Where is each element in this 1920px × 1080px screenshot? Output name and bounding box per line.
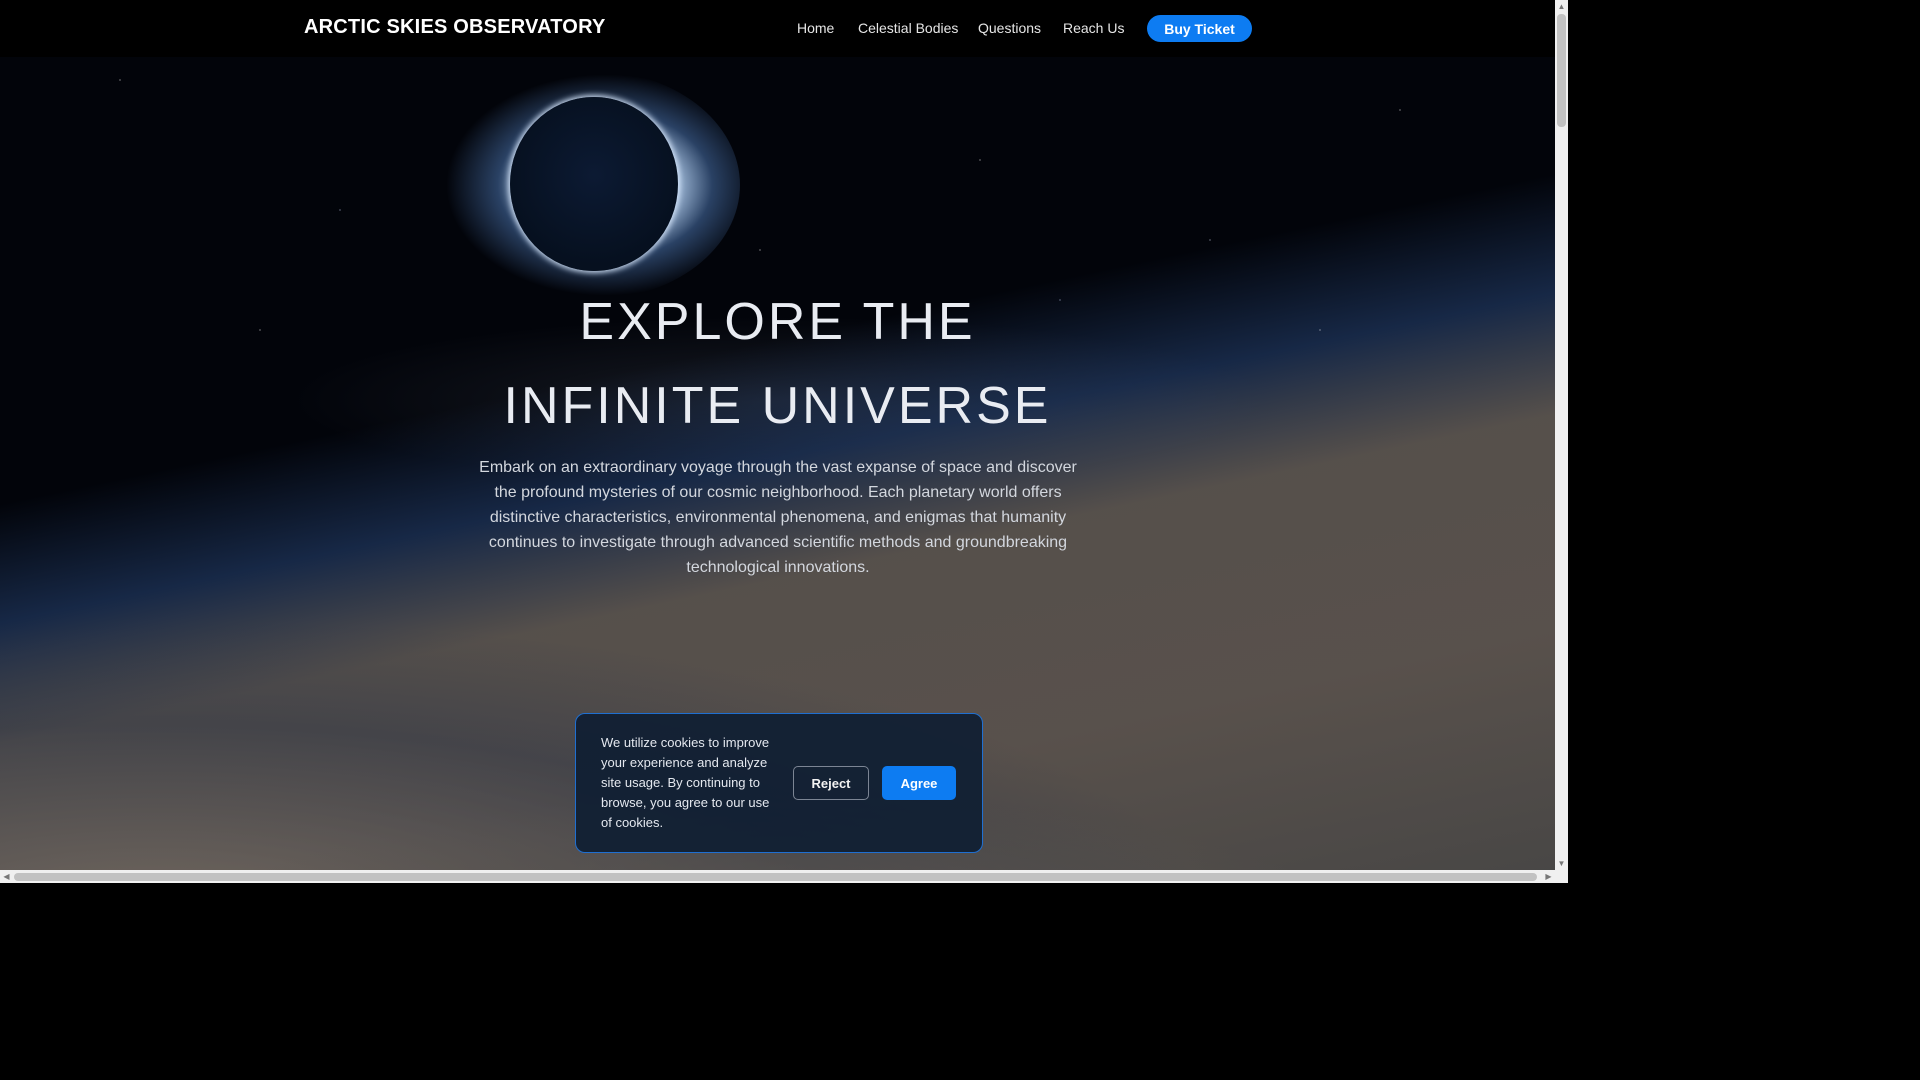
hero-title-line-1: EXPLORE THE [579,293,976,351]
nav-link-celestial-bodies[interactable]: Celestial Bodies [858,20,958,36]
top-navbar: ARCTIC SKIES OBSERVATORY Home Celestial … [0,0,1555,57]
cookie-reject-button[interactable]: Reject [793,766,869,800]
hero-title: EXPLORE THE INFINITE UNIVERSE [0,280,1555,448]
site-brand-logo[interactable]: ARCTIC SKIES OBSERVATORY [304,16,606,39]
horizontal-scrollbar-thumb[interactable] [14,873,1537,881]
hero-title-line-2: INFINITE UNIVERSE [503,377,1052,435]
scroll-left-arrow-icon[interactable]: ◀ [0,870,13,883]
horizontal-scrollbar[interactable]: ◀ ▶ [0,870,1568,883]
vertical-scrollbar-thumb[interactable] [1557,14,1566,127]
hero-description: Embark on an extraordinary voyage throug… [479,459,1077,576]
cookie-message: We utilize cookies to improve your exper… [601,735,770,830]
nav-link-reach-us[interactable]: Reach Us [1063,20,1124,36]
eclipse-moon-image [510,97,678,271]
nav-link-questions[interactable]: Questions [978,20,1041,36]
scroll-down-arrow-icon[interactable]: ▼ [1555,857,1568,870]
cookie-consent-banner: We utilize cookies to improve your exper… [575,713,983,853]
vertical-scrollbar[interactable]: ▲ ▼ [1555,0,1568,870]
nav-link-home[interactable]: Home [797,20,834,36]
page-viewport: ARCTIC SKIES OBSERVATORY Home Celestial … [0,0,1555,870]
scroll-up-arrow-icon[interactable]: ▲ [1555,0,1568,13]
cookie-agree-button[interactable]: Agree [882,766,956,800]
scroll-right-arrow-icon[interactable]: ▶ [1542,870,1555,883]
buy-ticket-button[interactable]: Buy Ticket [1147,15,1252,42]
